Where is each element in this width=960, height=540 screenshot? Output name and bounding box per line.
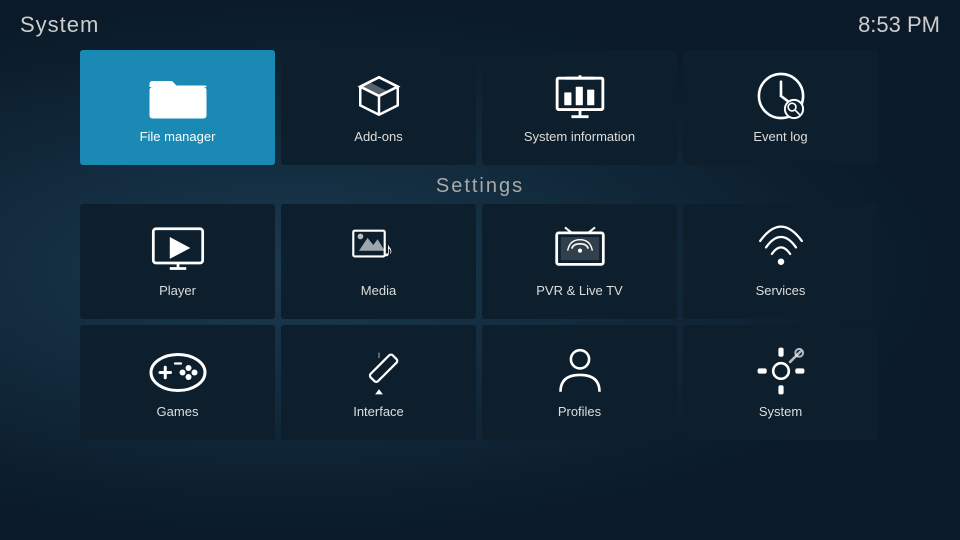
tile-event-log[interactable]: Event log [683,50,878,165]
add-ons-icon [349,71,409,121]
event-log-icon [751,71,811,121]
clock: 8:53 PM [858,12,940,38]
services-label: Services [756,283,806,298]
media-label: Media [361,283,396,298]
media-icon: ♪ [349,225,409,275]
system-information-icon [550,71,610,121]
system-label: System [759,404,802,419]
tile-profiles[interactable]: Profiles [482,325,677,440]
games-label: Games [157,404,199,419]
system-information-label: System information [524,129,635,144]
tile-interface[interactable]: Interface [281,325,476,440]
svg-text:♪: ♪ [383,239,393,261]
interface-icon [349,346,409,396]
interface-label: Interface [353,404,404,419]
file-manager-icon [148,71,208,121]
tile-media[interactable]: ♪ Media [281,204,476,319]
pvr-live-tv-label: PVR & Live TV [536,283,622,298]
event-log-label: Event log [753,129,807,144]
settings-row-2: Games Interface [0,325,960,440]
profiles-label: Profiles [558,404,601,419]
tile-player[interactable]: Player [80,204,275,319]
tile-file-manager[interactable]: File manager [80,50,275,165]
file-manager-label: File manager [140,129,216,144]
tile-services[interactable]: Services [683,204,878,319]
tile-pvr-live-tv[interactable]: PVR & Live TV [482,204,677,319]
settings-heading: Settings [0,175,960,198]
page-title: System [20,12,99,38]
settings-row-1: Player ♪ Media [0,204,960,319]
top-tiles-row: File manager Add-ons [0,50,960,165]
tile-games[interactable]: Games [80,325,275,440]
tile-system-information[interactable]: System information [482,50,677,165]
tile-system[interactable]: System [683,325,878,440]
player-icon [148,225,208,275]
system-icon [751,346,811,396]
page: System 8:53 PM File manager [0,0,960,540]
games-icon [148,346,208,396]
pvr-live-tv-icon [550,225,610,275]
services-icon [751,225,811,275]
player-label: Player [159,283,196,298]
add-ons-label: Add-ons [354,129,402,144]
tile-add-ons[interactable]: Add-ons [281,50,476,165]
profiles-icon [550,346,610,396]
header: System 8:53 PM [0,0,960,46]
